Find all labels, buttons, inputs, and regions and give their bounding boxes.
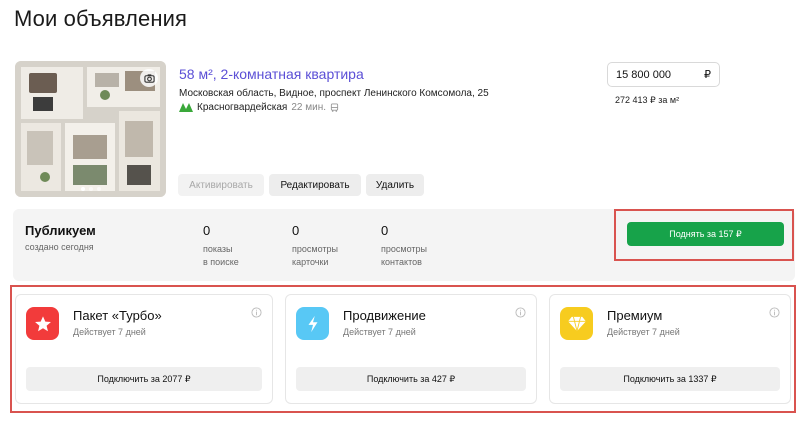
price-input[interactable]: 15 800 000 ₽ xyxy=(607,62,720,87)
stat-label: просмотры xyxy=(381,244,427,254)
publish-status: Публикуем xyxy=(25,223,96,238)
raise-highlight-frame xyxy=(614,209,794,261)
photo-pagination xyxy=(15,187,166,191)
metro-time: 22 мин. xyxy=(291,102,326,113)
stat-card-views: 0 просмотры карточки xyxy=(292,223,338,269)
bus-icon xyxy=(330,103,339,112)
metro-station: Красногвардейская xyxy=(197,102,288,113)
activate-button[interactable]: Активировать xyxy=(178,174,264,196)
delete-button[interactable]: Удалить xyxy=(366,174,424,196)
price-value: 15 800 000 xyxy=(616,68,672,81)
photo-gallery-badge[interactable] xyxy=(140,69,158,87)
price-per-sqm: 272 413 ₽ за м² xyxy=(615,95,680,105)
stat-label: контактов xyxy=(381,257,422,267)
photo-dot[interactable] xyxy=(96,187,101,191)
created-date: создано сегодня xyxy=(25,242,94,252)
currency-sign: ₽ xyxy=(704,69,711,81)
stat-value: 0 xyxy=(292,223,300,238)
edit-button[interactable]: Редактировать xyxy=(269,174,361,196)
photo-dot[interactable] xyxy=(80,187,85,191)
page-title: Мои объявления xyxy=(14,6,187,31)
listing-title-link[interactable]: 58 м², 2-комнатная квартира xyxy=(179,66,364,82)
listing-photo[interactable] xyxy=(15,61,166,197)
stat-label: показы xyxy=(203,244,233,254)
stat-contact-views: 0 просмотры контактов xyxy=(381,223,427,269)
metro-logo-icon xyxy=(179,103,193,112)
stat-label: в поиске xyxy=(203,257,239,267)
photo-dot[interactable] xyxy=(88,187,93,191)
stat-value: 0 xyxy=(203,223,211,238)
listing-metro: Красногвардейская 22 мин. xyxy=(179,102,339,113)
services-highlight-frame xyxy=(10,285,796,413)
stat-value: 0 xyxy=(381,223,389,238)
stat-label: карточки xyxy=(292,257,329,267)
camera-icon xyxy=(143,73,155,83)
stat-search-impressions: 0 показы в поиске xyxy=(203,223,239,269)
listing-address: Московская область, Видное, проспект Лен… xyxy=(179,88,489,99)
stat-label: просмотры xyxy=(292,244,338,254)
